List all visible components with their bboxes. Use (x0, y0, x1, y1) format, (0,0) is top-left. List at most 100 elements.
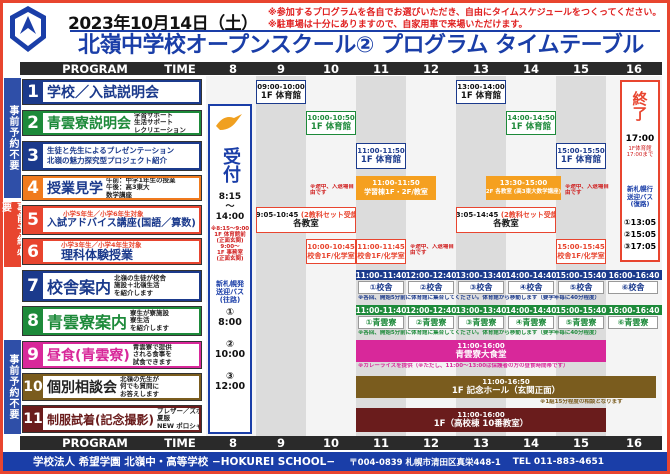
event-consultation[interactable]: 11:00-16:50 1F 記念ホール（玄関正面） (356, 376, 656, 398)
event-place: 1F 記念ホール（玄関正面） (451, 386, 561, 396)
event-place: 各教室 (493, 219, 519, 229)
science-note: ※途中、入退場自由です (410, 244, 454, 256)
bus-return-3: ③17:05 (623, 242, 657, 251)
hour-11: 11 (372, 436, 389, 450)
row-number: 8 (27, 311, 39, 331)
tour-5-time: 15:00-15:40 (556, 270, 606, 280)
header-note-parking: ※駐車場は十分にありますので、自家用車で来場いただけます。 (268, 20, 528, 30)
side-label-no-reservation-1: 事前予約不要 (4, 78, 21, 198)
row-6-science-class: 6 小学3年生／小学4年生対象 理科体験授業 (22, 238, 202, 265)
footer: 学校法人 希望学園 北嶺中・高等学校 −HOKUREI SCHOOL− 〒004… (3, 452, 667, 471)
dorm-4[interactable]: ④青雲寮 (508, 316, 554, 329)
dorm-6[interactable]: ⑥青雲寮 (608, 316, 658, 329)
header-program: PROGRAM (62, 436, 128, 450)
row-label: 青雲寮案内 (47, 313, 128, 332)
tour-5[interactable]: ⑤校舎 (558, 281, 604, 294)
event-uniform[interactable]: 11:00-16:00 1F（高校棟 10番教室） (356, 408, 606, 432)
tour-1[interactable]: ①校舎 (358, 281, 404, 294)
row-5-exam-advice: 5 小学5年生／小学6年生対象 入試アドバイス講座(国語／算数) (22, 205, 202, 235)
event-place: 1F 体育館 (360, 155, 402, 165)
event-place: 学習棟1F・2F/教室 (364, 188, 428, 196)
event-science-3[interactable]: 15:00-15:45 校舎1F/化学室 (556, 239, 606, 264)
header-time: TIME (164, 436, 196, 450)
row-sub: 北嶺の先生が 何でも質問に お答えします (120, 376, 159, 398)
row-label: 校舎案内 (47, 278, 112, 297)
row-4-class-observation: 4 授業見学 午前：中学1年生の授業 午後：高3東大 数学講座 (22, 175, 202, 201)
hour-10: 10 (322, 61, 339, 76)
dorm-5[interactable]: ⑤青雲寮 (558, 316, 604, 329)
event-time: 11:00-11:45 (357, 242, 405, 251)
bus-return-1: ①13:05 (623, 218, 657, 227)
event-time: 13:05-14:45 (456, 211, 499, 219)
dorm-2[interactable]: ②青雲寮 (408, 316, 454, 329)
event-dorm-briefing-1[interactable]: 10:00-10:50 1F 体育館 (306, 111, 356, 135)
hour-14: 14 (522, 61, 539, 76)
event-lunch[interactable]: 11:00-16:00 青雲寮大食堂 (356, 340, 606, 362)
row-1-school-briefing: 1 学校／入試説明会 (22, 79, 202, 105)
row-number: 7 (27, 276, 39, 296)
event-briefing-2[interactable]: 13:00-14:00 1F 体育館 (456, 80, 506, 104)
lunch-note: ※カレーライスを提供（※ただし、11:00〜13:00は保護者の方の昼食時間帯で… (358, 363, 569, 369)
row-label: 理科体験授業 (61, 248, 134, 262)
dorm-2-time: 12:00-12:40 (406, 305, 456, 315)
event-presentation-1[interactable]: 11:00-11:50 1F 体育館 (356, 143, 406, 169)
event-time: 11:00-11:50 (372, 179, 420, 187)
hour-15: 15 (572, 61, 589, 76)
dorm-1-time: 11:00-11:40 (356, 305, 406, 315)
hour-8: 8 (228, 436, 237, 450)
event-place: 1F 体育館 (460, 91, 502, 101)
bus-return-title: 新札幌行 送迎バス (復路) (627, 185, 653, 208)
dorm-1[interactable]: ①青雲寮 (358, 316, 404, 329)
school-crest-icon (10, 6, 46, 52)
reception-title: 受付 (220, 147, 241, 183)
row-2-dorm-briefing: 2 青雲寮説明会 学習サポート 生活サポート レクリエーション (22, 110, 202, 136)
end-time: 17:00 (625, 134, 655, 144)
event-class-observation-2[interactable]: 13:30-15:00 2F 各教室 (高3東大数学講座) (486, 176, 561, 200)
dorm-6-time: 16:00-16:40 (608, 305, 660, 315)
row-sub: 北嶺の生徒が校舎 施設＋北嶺生活 を紹介します (114, 273, 167, 297)
event-briefing-1[interactable]: 09:00-10:00 1F 体育館 (256, 80, 306, 104)
bus-outbound-2: ② 10:00 (214, 339, 246, 360)
side-label-reservation-required: 事前予約必要 (0, 202, 26, 267)
row-label: 個別相談会 (47, 380, 117, 396)
row-number: 5 (27, 210, 39, 230)
hour-9: 9 (276, 61, 285, 76)
event-class-observation-1[interactable]: 11:00-11:50 学習棟1F・2F/教室 (356, 176, 436, 200)
row-label: 制服試着(記念撮影) (47, 412, 154, 427)
tour-3-time: 13:00-13:40 (456, 270, 506, 280)
row-sub: 学習サポート 生活サポート レクリエーション (134, 113, 186, 133)
row-label: 昼食(青雲寮) (47, 348, 130, 364)
event-science-1[interactable]: 10:00-10:45 校舎1F/化学室 (306, 239, 356, 264)
event-time: 13:30-15:00 (499, 179, 548, 187)
event-exam-advice-2[interactable]: 13:05-14:45 (2教科セット受講)各教室 (456, 207, 556, 233)
hour-10: 10 (322, 436, 339, 450)
event-dorm-briefing-2[interactable]: 14:00-14:50 1F 体育館 (506, 111, 556, 135)
grid-header-top: PROGRAM TIME 8 9 10 11 12 13 14 15 16 (20, 61, 662, 76)
grid-col-9 (256, 76, 306, 436)
event-place: 1F（高校棟 10番教室） (433, 419, 529, 429)
row-number: 3 (27, 146, 39, 166)
event-exam-advice-1[interactable]: 09:05-10:45 (2教科セット受講)各教室 (256, 207, 356, 233)
row-label: 青雲寮説明会 (47, 116, 131, 132)
tour-1-time: 11:00-11:40 (356, 270, 406, 280)
event-science-2[interactable]: 11:00-11:45 校舎1F/化学室 (356, 239, 406, 264)
tour-4[interactable]: ④校舎 (508, 281, 554, 294)
tour-3[interactable]: ③校舎 (458, 281, 504, 294)
tour-2[interactable]: ②校舎 (408, 281, 454, 294)
bus-outbound-1: ① 8:00 (218, 307, 242, 328)
event-time: 09:05-10:45 (256, 211, 299, 219)
hour-9: 9 (276, 436, 285, 450)
class-note-2: ※途中、入退場自由です (565, 184, 609, 196)
footer-phone: TEL 011-883-4651 (512, 456, 604, 467)
tour-6[interactable]: ⑥校舎 (608, 281, 658, 294)
hour-12: 12 (422, 61, 439, 76)
dorm-3[interactable]: ③青雲寮 (458, 316, 504, 329)
bus-return-2: ②15:05 (623, 230, 657, 239)
bus-outbound-3: ③ 12:00 (214, 371, 246, 392)
tour-6-time: 16:00-16:40 (608, 270, 660, 280)
side-label-no-reservation-2: 事前予約不要 (4, 340, 21, 434)
row-label: 学校／入試説明会 (43, 82, 199, 102)
event-presentation-2[interactable]: 15:00-15:50 1F 体育館 (556, 143, 606, 169)
footer-school-name: 学校法人 希望学園 北嶺中・高等学校 −HOKUREI SCHOOL− (33, 456, 336, 468)
event-place: 1F 体育館 (510, 122, 552, 132)
